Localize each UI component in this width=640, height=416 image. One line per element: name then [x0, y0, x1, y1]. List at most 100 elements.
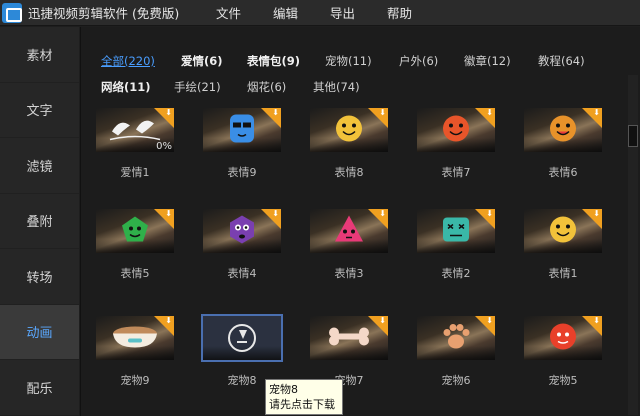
animation-card[interactable]: ⬇ 表情2 [417, 209, 495, 281]
red-ball-sticker [548, 322, 578, 355]
tooltip-title: 宠物8 [269, 383, 298, 396]
animation-label: 表情7 [441, 166, 471, 179]
animation-thumbnail[interactable]: ⬇ [203, 209, 281, 253]
animation-card[interactable]: ⬇ 表情3 [310, 209, 388, 281]
animation-thumbnail[interactable]: ⬇ [203, 108, 281, 152]
sidebar-item-text[interactable]: 文字 [0, 83, 79, 138]
download-icon [228, 324, 256, 352]
animation-card[interactable]: ⬇ 表情6 [524, 108, 602, 180]
menu-edit[interactable]: 编辑 [271, 3, 300, 22]
animation-card[interactable]: ⬇ 表情8 [310, 108, 388, 180]
animation-label: 表情2 [441, 267, 471, 280]
animation-panel: 全部(220) 爱情(6) 表情包(9) 宠物(11) 户外(6) 徽章(12)… [80, 27, 640, 416]
animation-card[interactable]: ⬇ 表情7 [417, 108, 495, 180]
animation-card[interactable]: ⬇ 表情1 [524, 209, 602, 281]
download-badge-icon: ⬇ [486, 316, 493, 325]
category-tab-outdoor[interactable]: 户外(6) [399, 53, 438, 69]
bone-sticker [327, 327, 371, 350]
animation-label: 爱情1 [120, 166, 150, 179]
category-tab-network[interactable]: 网络(11) [101, 79, 151, 95]
animation-card[interactable]: ⬇ 宠物5 [524, 316, 602, 388]
bowl-sticker [110, 324, 160, 353]
category-tab-all[interactable]: 全部(220) [101, 53, 155, 69]
download-badge-icon: ⬇ [379, 316, 386, 325]
animation-label: 表情4 [227, 267, 257, 280]
animation-card[interactable]: ⬇ 宠物6 [417, 316, 495, 388]
animation-thumbnail[interactable]: ⬇ [524, 108, 602, 152]
animation-thumbnail[interactable]: ⬇ 0% [96, 108, 174, 152]
sidebar-item-filter[interactable]: 滤镜 [0, 138, 79, 194]
category-tab-badge[interactable]: 徽章(12) [464, 53, 511, 69]
animation-thumbnail[interactable]: ⬇ [310, 108, 388, 152]
download-badge-icon: ⬇ [272, 209, 279, 218]
app-logo-icon [2, 2, 22, 23]
sidebar-item-material[interactable]: 素材 [0, 27, 79, 83]
animation-label: 宠物9 [120, 374, 150, 387]
menu-help[interactable]: 帮助 [385, 3, 414, 22]
animation-label: 宠物5 [548, 374, 578, 387]
sidebar-item-transition[interactable]: 转场 [0, 249, 79, 305]
animation-card[interactable]: ⬇ 表情4 [203, 209, 281, 281]
angry-face-sticker [440, 113, 472, 148]
category-tab-fireworks[interactable]: 烟花(6) [247, 79, 286, 95]
animation-thumbnail[interactable]: ⬇ [524, 209, 602, 253]
category-tab-emoji[interactable]: 表情包(9) [247, 53, 300, 69]
download-badge-icon: ⬇ [165, 108, 172, 117]
download-badge-icon: ⬇ [486, 209, 493, 218]
category-tab-love[interactable]: 爱情(6) [181, 53, 223, 69]
animation-label: 表情3 [334, 267, 364, 280]
animation-label: 表情1 [548, 267, 578, 280]
menu-export[interactable]: 导出 [328, 3, 357, 22]
category-tab-tutorial[interactable]: 教程(64) [538, 53, 585, 69]
sidebar-item-animation[interactable]: 动画 [0, 304, 79, 360]
green-face-sticker [119, 214, 151, 249]
download-badge-icon: ⬇ [593, 209, 600, 218]
animation-label: 表情9 [227, 166, 257, 179]
animation-card[interactable]: ⬇ 宠物7 [310, 316, 388, 388]
animation-card[interactable]: ⬇ 表情9 [203, 108, 281, 180]
tongue-face-sticker [547, 113, 579, 148]
animation-label: 表情8 [334, 166, 364, 179]
download-badge-icon: ⬇ [379, 209, 386, 218]
download-progress: 0% [156, 141, 172, 152]
animation-card[interactable]: ⬇ 0% 爱情1 [96, 108, 174, 180]
paw-sticker [440, 321, 472, 356]
scrollbar-thumb[interactable] [628, 125, 638, 147]
purple-face-sticker [226, 214, 258, 249]
pink-face-sticker [333, 214, 365, 249]
animation-label: 表情5 [120, 267, 150, 280]
animation-card[interactable]: 宠物8 [201, 314, 283, 388]
animation-thumbnail[interactable]: ⬇ [96, 316, 174, 360]
animation-thumbnail[interactable]: ⬇ [417, 316, 495, 360]
download-badge-icon: ⬇ [593, 316, 600, 325]
tooltip-hint: 请先点击下载 [269, 398, 335, 411]
sidebar: 素材 文字 滤镜 叠附 转场 动画 配乐 [0, 27, 79, 416]
category-tab-pets[interactable]: 宠物(11) [325, 53, 372, 69]
download-badge-icon: ⬇ [486, 108, 493, 117]
category-tab-handdrawn[interactable]: 手绘(21) [174, 79, 221, 95]
animation-thumbnail[interactable]: ⬇ [524, 316, 602, 360]
tooltip: 宠物8 请先点击下载 [265, 379, 343, 415]
animation-thumbnail[interactable]: ⬇ [310, 209, 388, 253]
download-badge-icon: ⬇ [272, 108, 279, 117]
animation-thumbnail[interactable]: ⬇ [417, 209, 495, 253]
sidebar-item-music[interactable]: 配乐 [0, 360, 79, 416]
download-badge-icon: ⬇ [379, 108, 386, 117]
sunglasses-face-sticker [226, 113, 258, 148]
animation-label: 表情6 [548, 166, 578, 179]
smile-face-sticker [547, 214, 579, 249]
animation-card[interactable]: ⬇ 表情5 [96, 209, 174, 281]
sidebar-item-overlay[interactable]: 叠附 [0, 194, 79, 249]
animation-thumbnail[interactable] [201, 314, 283, 362]
animation-thumbnail[interactable]: ⬇ [96, 209, 174, 253]
love-face-sticker [333, 113, 365, 148]
menu-file[interactable]: 文件 [214, 3, 243, 22]
download-badge-icon: ⬇ [165, 209, 172, 218]
animation-card[interactable]: ⬇ 宠物9 [96, 316, 174, 388]
title-bar: 迅捷视频剪辑软件 (免费版) 文件 编辑 导出 帮助 [0, 0, 640, 26]
download-badge-icon: ⬇ [593, 108, 600, 117]
animation-thumbnail[interactable]: ⬇ [310, 316, 388, 360]
category-tab-other[interactable]: 其他(74) [313, 79, 360, 95]
download-badge-icon: ⬇ [165, 316, 172, 325]
animation-thumbnail[interactable]: ⬇ [417, 108, 495, 152]
